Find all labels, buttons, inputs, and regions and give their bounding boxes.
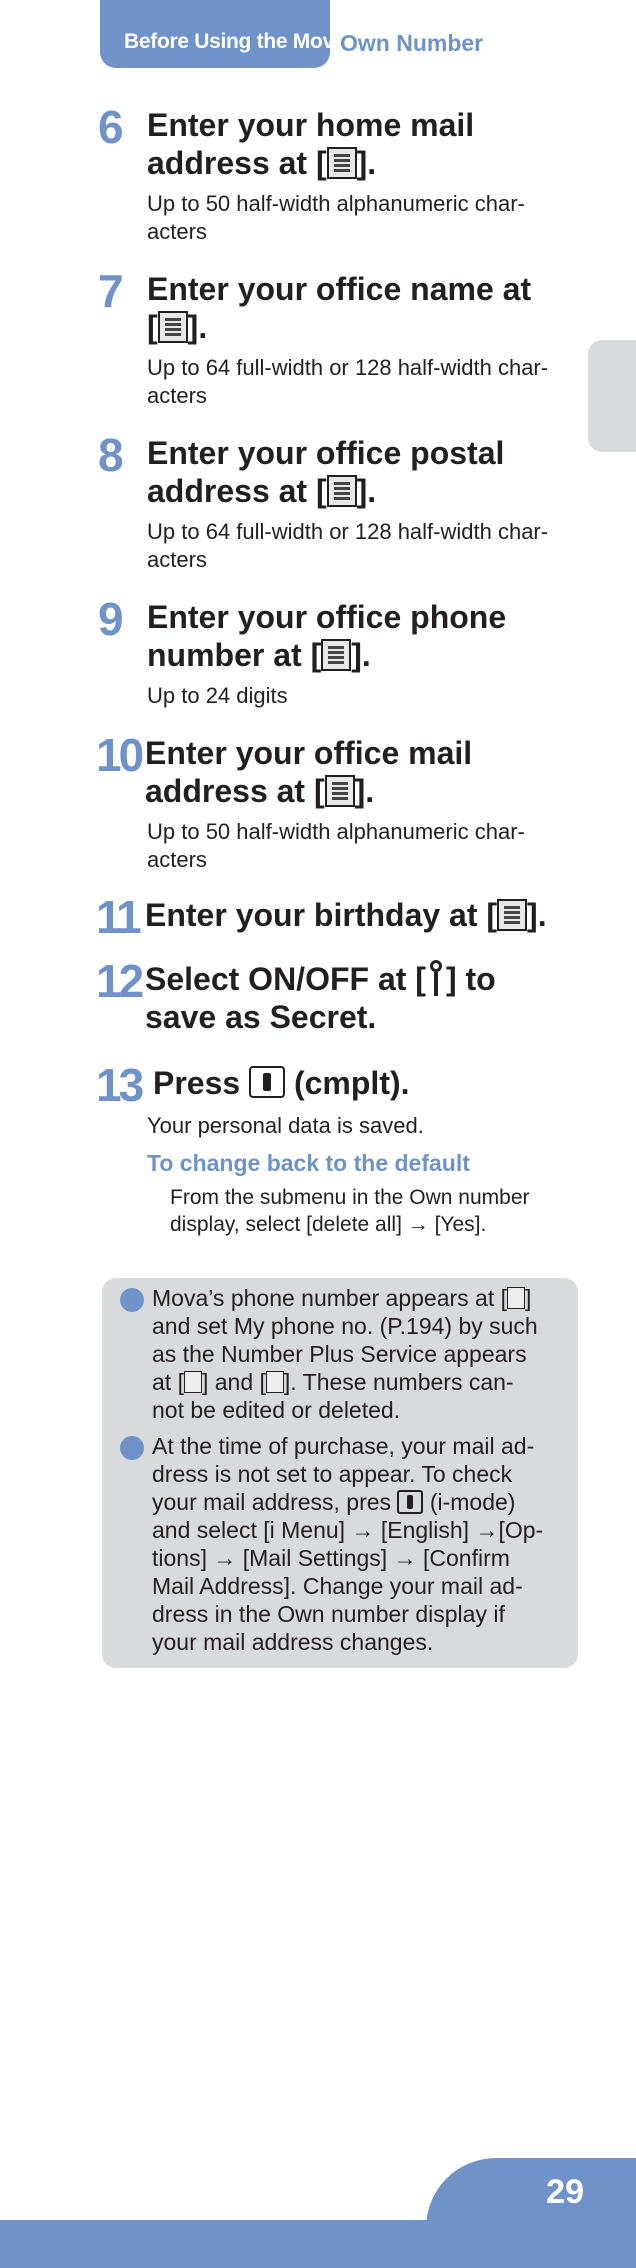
step-title: Enter your office name at []. xyxy=(147,270,587,346)
note-text: at [ xyxy=(152,1369,184,1395)
note-text: as the Number Plus Service appears xyxy=(152,1341,527,1367)
step-title-line-2: number at [ xyxy=(147,637,322,673)
step-desc-line-1: Up to 50 half-width alphanumeric char- xyxy=(147,819,525,844)
home-mail-icon xyxy=(326,147,357,179)
step-title-end: ] to xyxy=(445,961,496,997)
note-text: not be edited or deleted. xyxy=(152,1397,401,1423)
note-text: and select [i Menu] → [English] →[Op- xyxy=(152,1517,544,1543)
bullet-icon xyxy=(120,1288,144,1312)
page-number: 29 xyxy=(546,2173,584,2211)
step-title: Enter your birthday at []. xyxy=(145,896,585,934)
side-index-tab xyxy=(588,340,636,452)
step-title-line-1: Select ON/OFF at [ xyxy=(145,961,426,997)
step-title-line-2: address at [ xyxy=(147,145,327,181)
office-postal-icon xyxy=(326,475,357,507)
step-title-end: ]. xyxy=(354,773,375,809)
step-title: Press (cmplt). xyxy=(153,1064,593,1102)
step-description: Up to 64 full-width or 128 half-width ch… xyxy=(147,354,587,410)
center-button-icon xyxy=(249,1066,286,1098)
step-title-line-1: Enter your office name at xyxy=(147,271,532,307)
note-text: dress in the Own number display if xyxy=(152,1601,505,1627)
step-description: Up to 64 full-width or 128 half-width ch… xyxy=(147,518,587,574)
note-text: ] and [ xyxy=(201,1369,266,1395)
step-title-end: ]. xyxy=(356,145,377,181)
center-button-icon xyxy=(397,1490,424,1514)
step-title-line-1: Enter your birthday at [ xyxy=(145,897,498,933)
step-description: Up to 24 digits xyxy=(147,683,288,708)
birthday-icon xyxy=(497,899,528,931)
step-desc-line-1: Up to 64 full-width or 128 half-width ch… xyxy=(147,519,549,544)
step-number: 9 xyxy=(98,593,124,645)
step-number: 13 xyxy=(96,1059,144,1111)
step-title-line-1: Enter your office mail xyxy=(145,735,473,771)
office-phone-icon xyxy=(321,639,352,671)
step-number: 10 xyxy=(96,729,144,781)
default-section-heading: To change back to the default xyxy=(147,1150,470,1176)
footer-band xyxy=(0,2220,636,2268)
note-2: At the time of purchase, your mail ad- d… xyxy=(152,1432,562,1656)
step-title: Enter your office phone number at []. xyxy=(147,598,587,674)
step-desc-line-1: Up to 64 full-width or 128 half-width ch… xyxy=(147,355,549,380)
step-title-end: ]. xyxy=(356,473,377,509)
step-title: Enter your office postal address at []. xyxy=(147,434,587,510)
note-text: your mail address changes. xyxy=(152,1629,434,1655)
step-title-end: ]. xyxy=(527,897,547,933)
step-desc-line-1: Up to 50 half-width alphanumeric char- xyxy=(147,191,525,216)
step-title-line-1: Enter your office postal xyxy=(147,435,505,471)
footer-wave xyxy=(426,2158,636,2228)
step-description: Up to 50 half-width alphanumeric char- a… xyxy=(147,818,587,874)
step-title: Enter your office mail address at []. xyxy=(145,734,585,810)
office-name-icon xyxy=(157,311,188,343)
note-text: tions] → [Mail Settings] → [Confirm xyxy=(152,1545,510,1571)
note-text: Mova’s phone number appears at [ xyxy=(152,1285,508,1311)
step-title-line-2: save as Secret. xyxy=(145,999,377,1035)
step-title-line-1: Press xyxy=(153,1065,241,1101)
step-number: 8 xyxy=(98,429,124,481)
step-desc-line-2: acters xyxy=(147,547,207,572)
step-title-line-2: address at [ xyxy=(145,773,325,809)
note-text: (i-mode) xyxy=(429,1489,516,1515)
step-title-line-2: address at [ xyxy=(147,473,327,509)
note-text: ] xyxy=(525,1285,532,1311)
secret-key-icon xyxy=(426,960,446,996)
step-number: 7 xyxy=(98,265,124,317)
office-mail-icon xyxy=(324,775,355,807)
note-text: At the time of purchase, your mail ad- xyxy=(152,1433,535,1459)
default-body-line-2: display, select [delete all] → [Yes]. xyxy=(170,1213,487,1236)
step-number: 11 xyxy=(96,891,142,943)
header-tab-label: Before Using the Mova xyxy=(124,30,346,53)
step-description: Up to 50 half-width alphanumeric char- a… xyxy=(147,190,587,246)
default-body-line-1: From the submenu in the Own number xyxy=(170,1186,530,1209)
note-text: and set My phone no. (P.194) by such xyxy=(152,1313,538,1339)
step-desc-line-2: acters xyxy=(147,847,207,872)
default-section-body: From the submenu in the Own number displ… xyxy=(170,1184,580,1238)
note-text: ]. These numbers can- xyxy=(283,1369,514,1395)
step-desc-line-2: acters xyxy=(147,383,207,408)
step-title-end: (cmplt). xyxy=(293,1065,410,1101)
step-title: Enter your home mail address at []. xyxy=(147,106,587,182)
step-desc-line-2: acters xyxy=(147,219,207,244)
page-title: Own Number xyxy=(340,30,484,56)
step-title-line-1: Enter your office phone xyxy=(147,599,507,635)
note-text: Mail Address]. Change your mail ad- xyxy=(152,1573,523,1599)
note-text: dress is not set to appear. To check xyxy=(152,1461,513,1487)
phone-number-icon xyxy=(507,1287,526,1309)
step-title-end: ]. xyxy=(187,309,208,345)
step-title-line-2: [ xyxy=(147,309,158,345)
step-number: 12 xyxy=(96,955,144,1007)
step-title-end: ]. xyxy=(351,637,371,673)
note-text: your mail address, pres xyxy=(152,1489,392,1515)
note-1: Mova’s phone number appears at [] and se… xyxy=(152,1284,562,1424)
phone-number-icon xyxy=(265,1371,284,1393)
bullet-icon xyxy=(120,1436,144,1460)
step-title-line-1: Enter your home mail xyxy=(147,107,475,143)
step-description: Your personal data is saved. xyxy=(147,1113,424,1138)
step-title: Select ON/OFF at [ ] to save as Secret. xyxy=(145,960,585,1036)
step-number: 6 xyxy=(98,101,124,153)
phone-number-icon xyxy=(183,1371,202,1393)
